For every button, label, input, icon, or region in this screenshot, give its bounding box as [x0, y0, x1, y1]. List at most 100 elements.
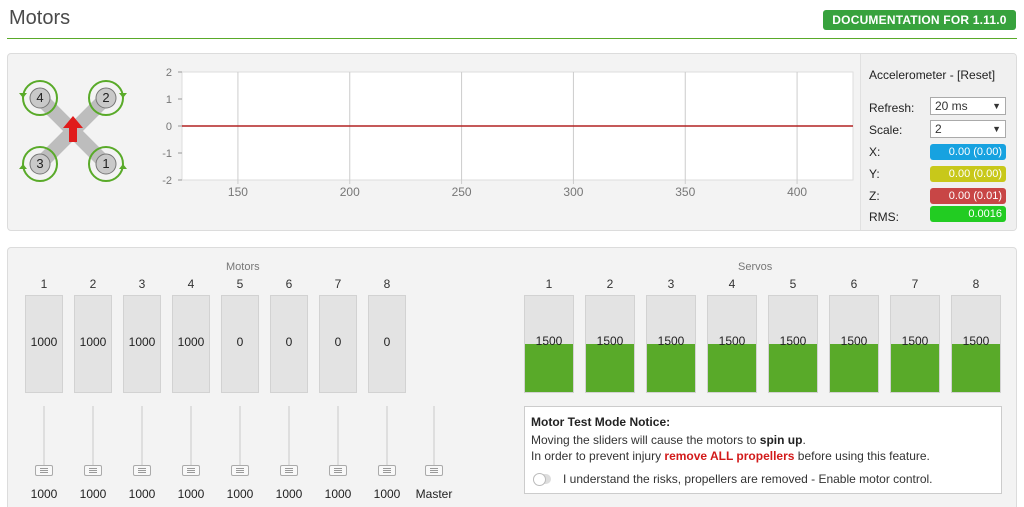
notice-line-2: In order to prevent injury remove ALL pr…	[531, 449, 930, 463]
motor-1-slider-value: 1000	[30, 487, 58, 501]
motor-4-value-box: 1000	[172, 295, 210, 393]
servo-3-fill	[647, 344, 695, 392]
documentation-button[interactable]: DOCUMENTATION FOR 1.11.0	[823, 10, 1016, 30]
servo-1-meter: 1500	[524, 295, 574, 393]
scale-value: 2	[935, 122, 942, 136]
motor-4-icon: 4	[19, 80, 58, 116]
motor-5-slider-handle[interactable]	[231, 465, 249, 476]
servo-7-number: 7	[911, 277, 919, 291]
motors-servos-panel: Motors Servos 1 1000 1000 2 1000 1000 3 10…	[7, 247, 1017, 507]
servo-7-meter: 1500	[890, 295, 940, 393]
motor-8-slider-value: 1000	[373, 487, 401, 501]
accelerometer-graph: 150 200 250 300 350 400 2 1 0 -1 -2	[162, 67, 854, 199]
servo-3-number: 3	[667, 277, 675, 291]
quad-frame-icon: 4 2 3 1	[19, 80, 127, 182]
motor-3-icon: 3	[19, 146, 58, 182]
servo-5-value: 1500	[779, 334, 807, 348]
y-tick-label: -1	[162, 148, 172, 160]
servo-1-value: 1500	[535, 334, 563, 348]
motor-2-slider-value: 1000	[79, 487, 107, 501]
motor-7-slider-value: 1000	[324, 487, 352, 501]
accelerometer-reset-link[interactable]: Accelerometer - [Reset]	[869, 68, 995, 82]
refresh-select[interactable]: 20 ms ▼	[930, 97, 1006, 115]
rms-label: RMS:	[869, 210, 899, 224]
servo-8-number: 8	[972, 277, 980, 291]
motor-5-number: 5	[236, 277, 244, 291]
servo-1-number: 1	[545, 277, 553, 291]
motor-6-number: 6	[285, 277, 293, 291]
motor-5-slider-value: 1000	[226, 487, 254, 501]
x-tick-label: 150	[228, 185, 248, 199]
svg-text:1: 1	[102, 156, 109, 171]
x-tick-label: 250	[452, 185, 472, 199]
master-slider-handle[interactable]	[425, 465, 443, 476]
rms-value-badge: 0.0016	[930, 206, 1006, 222]
motor-2-icon: 2	[88, 80, 127, 116]
motor-8-slider-handle[interactable]	[378, 465, 396, 476]
servo-4-meter: 1500	[707, 295, 757, 393]
servo-2-meter: 1500	[585, 295, 635, 393]
servo-8-value: 1500	[962, 334, 990, 348]
title-divider	[7, 38, 1017, 39]
rotation-arrow-icon	[19, 93, 27, 98]
servo-4-fill	[708, 344, 756, 392]
rotation-arrow-icon	[119, 93, 127, 98]
x-value-badge: 0.00 (0.00)	[930, 144, 1006, 160]
motor-7-number: 7	[334, 277, 342, 291]
notice-title: Motor Test Mode Notice:	[531, 415, 671, 429]
sensor-panel: 4 2 3 1 150 200 250 300 350 400 2 1 0 -1 -2 Accele…	[7, 53, 1017, 231]
servo-3-value: 1500	[657, 334, 685, 348]
chevron-down-icon: ▼	[992, 101, 1001, 111]
motor-3-slider-handle[interactable]	[133, 465, 151, 476]
motor-1-icon: 1	[88, 146, 127, 182]
motor-1-slider-handle[interactable]	[35, 465, 53, 476]
servo-6-meter: 1500	[829, 295, 879, 393]
x-label: X:	[869, 145, 881, 159]
enable-motor-toggle[interactable]	[533, 473, 551, 486]
master-label: Master	[415, 487, 453, 501]
motors-section-label: Motors	[226, 261, 260, 273]
servo-1-fill	[525, 344, 573, 392]
z-value-badge: 0.00 (0.01)	[930, 188, 1006, 204]
motor-7-slider-handle[interactable]	[329, 465, 347, 476]
servo-6-number: 6	[850, 277, 858, 291]
servo-3-meter: 1500	[646, 295, 696, 393]
refresh-label: Refresh:	[869, 101, 915, 115]
motor-6-slider-value: 1000	[275, 487, 303, 501]
motor-2-value-box: 1000	[74, 295, 112, 393]
x-tick-label: 200	[340, 185, 360, 199]
notice-line-1: Moving the sliders will cause the motors…	[531, 433, 806, 447]
motor-4-slider-handle[interactable]	[182, 465, 200, 476]
y-label: Y:	[869, 167, 880, 181]
servo-6-fill	[830, 344, 878, 392]
svg-text:2: 2	[102, 90, 109, 105]
servo-7-value: 1500	[901, 334, 929, 348]
scale-label: Scale:	[869, 123, 903, 137]
motor-test-notice: Motor Test Mode Notice: Moving the slide…	[524, 406, 1002, 494]
scale-select[interactable]: 2 ▼	[930, 120, 1006, 138]
x-tick-label: 350	[675, 185, 695, 199]
motor-6-slider-handle[interactable]	[280, 465, 298, 476]
servo-2-fill	[586, 344, 634, 392]
servo-6-value: 1500	[840, 334, 868, 348]
refresh-value: 20 ms	[935, 99, 968, 113]
motor-5-value-box: 0	[221, 295, 259, 393]
motor-2-slider-handle[interactable]	[84, 465, 102, 476]
y-tick-label: 2	[166, 67, 172, 79]
motor-8-number: 8	[383, 277, 391, 291]
servos-section-label: Servos	[738, 261, 773, 273]
rotation-arrow-icon	[119, 164, 127, 169]
page-title: Motors	[9, 7, 71, 29]
motor-2-number: 2	[89, 277, 97, 291]
motor-4-slider-value: 1000	[177, 487, 205, 501]
rotation-arrow-icon	[19, 164, 27, 169]
motor-7-value-box: 0	[319, 295, 357, 393]
servo-4-value: 1500	[718, 334, 746, 348]
svg-text:4: 4	[36, 90, 43, 105]
x-tick-label: 300	[563, 185, 583, 199]
motor-1-number: 1	[40, 277, 48, 291]
servo-2-number: 2	[606, 277, 614, 291]
servo-5-number: 5	[789, 277, 797, 291]
servo-5-meter: 1500	[768, 295, 818, 393]
servo-8-fill	[952, 344, 1000, 392]
